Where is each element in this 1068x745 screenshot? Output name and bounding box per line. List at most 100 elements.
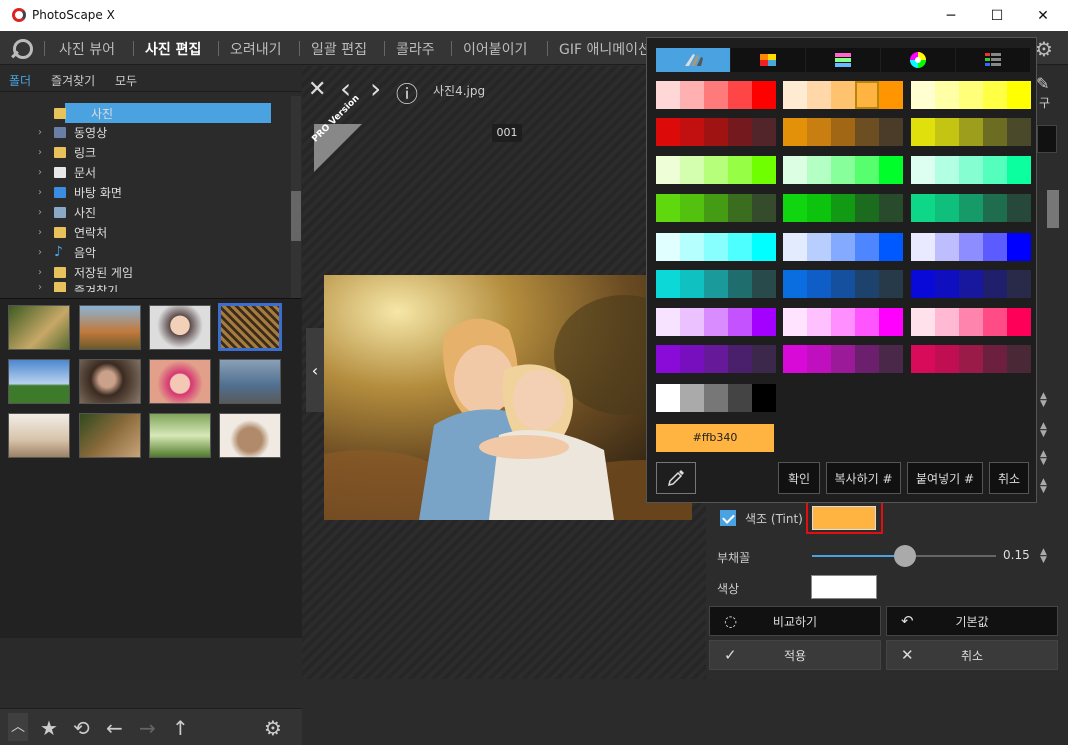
- opacity-slider-knob[interactable]: [894, 545, 916, 567]
- tab-cutout[interactable]: 오려내기: [230, 39, 282, 59]
- thumbnail[interactable]: [8, 305, 70, 350]
- color-swatch[interactable]: [879, 233, 903, 261]
- tab-photo-editor[interactable]: 사진 편집: [145, 39, 201, 59]
- close-photo-icon[interactable]: ✕: [308, 77, 326, 102]
- tab-swatches[interactable]: [731, 48, 805, 72]
- right-input-box[interactable]: [1037, 125, 1057, 153]
- color-swatch[interactable]: [1007, 233, 1031, 261]
- thumbnail[interactable]: [79, 413, 141, 458]
- tree-item-saved-games[interactable]: › 저장된 게임: [0, 262, 290, 282]
- color-swatch[interactable]: [752, 384, 776, 412]
- color-swatch[interactable]: [935, 308, 959, 336]
- chevron-up-icon[interactable]: ︿: [8, 713, 28, 741]
- tree-scrollbar-thumb[interactable]: [291, 191, 301, 241]
- color-swatch[interactable]: [959, 233, 983, 261]
- color-swatch[interactable]: [831, 81, 855, 109]
- star-icon[interactable]: ★: [40, 716, 58, 740]
- color-swatch[interactable]: [728, 384, 752, 412]
- color-swatch[interactable]: [911, 118, 935, 146]
- tab-combine[interactable]: 이어붙이기: [463, 39, 527, 59]
- color-swatch[interactable]: [983, 194, 1007, 222]
- color-swatch[interactable]: [983, 308, 1007, 336]
- search-icon[interactable]: [13, 39, 33, 59]
- color-swatch[interactable]: [728, 156, 752, 184]
- color-swatch[interactable]: [855, 156, 879, 184]
- tab-sliders[interactable]: [806, 48, 880, 72]
- right-scrollbar-thumb[interactable]: [1047, 190, 1059, 228]
- color-swatch[interactable]: [983, 156, 1007, 184]
- color-swatch[interactable]: [831, 156, 855, 184]
- color-swatch[interactable]: [656, 156, 680, 184]
- color-swatch[interactable]: [855, 81, 879, 109]
- color-swatch[interactable]: [935, 118, 959, 146]
- color-swatch[interactable]: [879, 118, 903, 146]
- color-swatch[interactable]: [680, 308, 704, 336]
- color-swatch[interactable]: [728, 308, 752, 336]
- color-swatch[interactable]: [752, 118, 776, 146]
- color-swatch[interactable]: [656, 233, 680, 261]
- color-swatch[interactable]: [704, 345, 728, 373]
- color-swatch[interactable]: [911, 270, 935, 298]
- default-button[interactable]: ↶ 기본값: [886, 606, 1058, 636]
- thumbnail[interactable]: [149, 359, 211, 404]
- tab-folders[interactable]: 폴더: [9, 72, 31, 89]
- color-swatch[interactable]: [855, 194, 879, 222]
- color-swatch[interactable]: [704, 308, 728, 336]
- thumbnail[interactable]: [8, 413, 70, 458]
- color-swatch[interactable]: [704, 81, 728, 109]
- color-swatch[interactable]: [752, 308, 776, 336]
- spin-up-down-icon[interactable]: ▲ ▼: [1040, 422, 1047, 439]
- color-swatch[interactable]: [983, 233, 1007, 261]
- spin-up-down-icon[interactable]: ▲ ▼: [1040, 548, 1047, 565]
- color-swatch[interactable]: [752, 156, 776, 184]
- tab-batch[interactable]: 일괄 편집: [311, 39, 367, 59]
- color-swatch[interactable]: [704, 156, 728, 184]
- color-swatch[interactable]: [879, 156, 903, 184]
- color-swatch[interactable]: [959, 156, 983, 184]
- color-swatch[interactable]: [807, 345, 831, 373]
- color-swatch[interactable]: [807, 270, 831, 298]
- tree-item-contacts[interactable]: › 연락처: [0, 222, 290, 242]
- gear-icon[interactable]: ⚙: [264, 716, 282, 740]
- color-swatch[interactable]: [1007, 345, 1031, 373]
- tree-item-pictures[interactable]: › 사진: [0, 202, 290, 222]
- color-swatch[interactable]: [680, 194, 704, 222]
- color-swatch[interactable]: [680, 118, 704, 146]
- spin-up-down-icon[interactable]: ▲ ▼: [1040, 478, 1047, 495]
- color-swatch[interactable]: [831, 194, 855, 222]
- color-swatch[interactable]: [807, 308, 831, 336]
- thumbnail[interactable]: [8, 359, 70, 404]
- color-swatch[interactable]: [783, 308, 807, 336]
- color-swatch[interactable]: [935, 345, 959, 373]
- color-swatch[interactable]: [704, 233, 728, 261]
- color-swatch[interactable]: [879, 308, 903, 336]
- color-swatch[interactable]: [783, 156, 807, 184]
- color-swatch[interactable]: [879, 345, 903, 373]
- tab-crayons[interactable]: [656, 48, 730, 72]
- color-swatch[interactable]: [1007, 270, 1031, 298]
- color-swatch[interactable]: [959, 118, 983, 146]
- color-swatch[interactable]: [855, 345, 879, 373]
- tab-all[interactable]: 모두: [115, 72, 137, 89]
- thumbnail[interactable]: [149, 413, 211, 458]
- color-swatch[interactable]: [704, 384, 728, 412]
- color-swatch[interactable]: [704, 194, 728, 222]
- color-swatch[interactable]: [680, 270, 704, 298]
- color-swatch[interactable]: [783, 270, 807, 298]
- color-swatch[interactable]: [656, 384, 680, 412]
- color-swatch[interactable]: [831, 345, 855, 373]
- color-swatch[interactable]: [728, 81, 752, 109]
- tab-wheel[interactable]: [881, 48, 955, 72]
- tree-item-pictures-selected[interactable]: 사진: [0, 103, 290, 123]
- compare-button[interactable]: ◌ 비교하기: [709, 606, 881, 636]
- color-swatch[interactable]: [983, 270, 1007, 298]
- color-swatch[interactable]: [728, 118, 752, 146]
- arrow-up-icon[interactable]: ↑: [172, 716, 189, 740]
- color-swatch[interactable]: [656, 308, 680, 336]
- thumbnail[interactable]: [149, 305, 211, 350]
- color-swatch[interactable]: [911, 308, 935, 336]
- color-swatch[interactable]: [959, 194, 983, 222]
- color-swatch[interactable]: [783, 81, 807, 109]
- color-swatch[interactable]: [855, 233, 879, 261]
- tree-item-documents[interactable]: › 문서: [0, 162, 290, 182]
